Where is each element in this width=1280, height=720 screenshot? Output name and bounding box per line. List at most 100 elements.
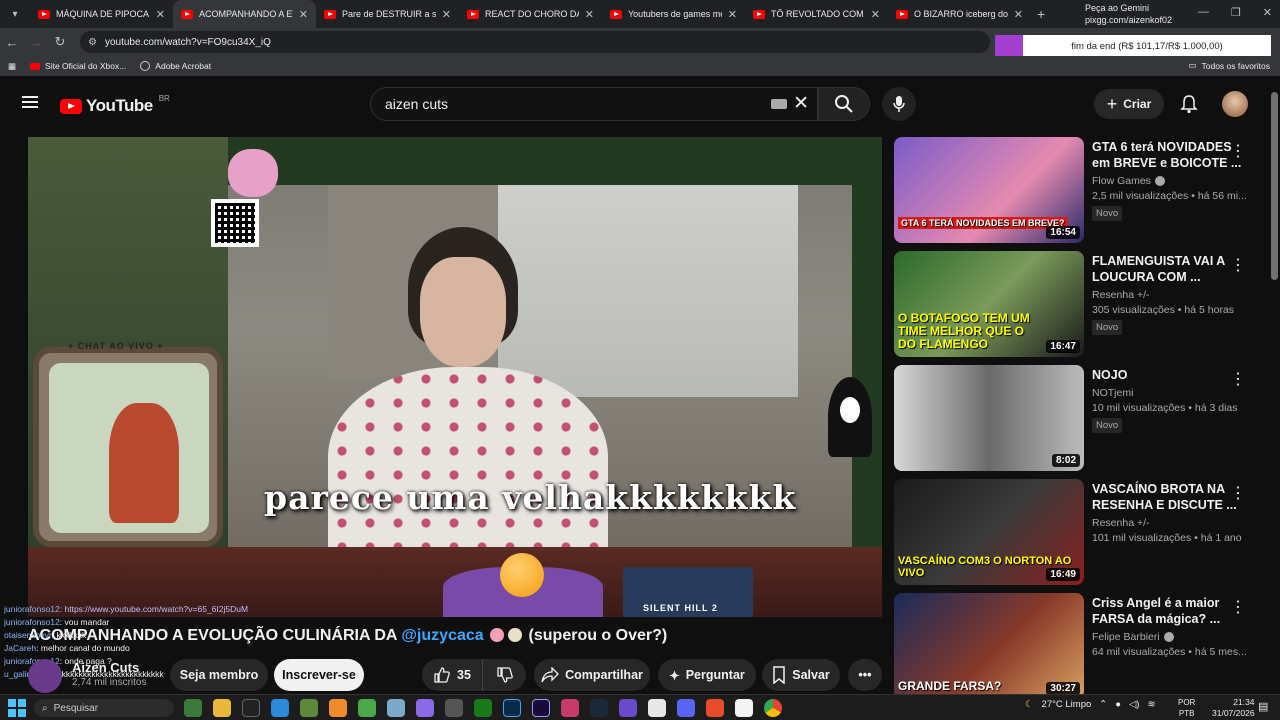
- all-favorites-button[interactable]: ▭ Todos os favoritos: [1188, 60, 1270, 71]
- restore-icon[interactable]: ❐: [1231, 6, 1241, 19]
- weather-text[interactable]: 27°C Limpo: [1042, 699, 1092, 710]
- recommended-video[interactable]: O BOTAFOGO TEM UM TIME MELHOR QUE O DO F…: [894, 251, 1269, 357]
- wifi-icon[interactable]: ≋: [1147, 699, 1155, 710]
- recommended-channel[interactable]: Resenha +/-: [1092, 517, 1242, 529]
- notification-center-icon[interactable]: ▤: [1258, 700, 1268, 713]
- voice-search-button[interactable]: [882, 87, 916, 121]
- recommended-video[interactable]: 8:02 NOJO NOTjemi 10 mil visualizações •…: [894, 365, 1269, 471]
- search-input[interactable]: aizen cuts ✕: [370, 87, 818, 121]
- file-explorer-icon[interactable]: [213, 699, 231, 717]
- menu-icon[interactable]: [22, 96, 38, 108]
- microphone-tray-icon[interactable]: ●: [1115, 699, 1121, 710]
- capcut-icon[interactable]: [242, 699, 260, 717]
- close-tab-icon[interactable]: ✕: [1014, 8, 1023, 21]
- taskbar-clock[interactable]: 21:34 31/07/2026: [1212, 697, 1255, 719]
- join-button[interactable]: Seja membro: [170, 659, 268, 691]
- app-icon[interactable]: [619, 699, 637, 717]
- reload-icon[interactable]: ↻: [48, 34, 72, 50]
- minimize-icon[interactable]: —: [1198, 6, 1209, 19]
- steam-icon[interactable]: [590, 699, 608, 717]
- recommended-channel[interactable]: Felipe Barbieri: [1092, 631, 1242, 643]
- site-info-icon[interactable]: ⚙: [88, 37, 97, 48]
- premiere-icon[interactable]: [532, 699, 550, 717]
- notepad-icon[interactable]: [735, 699, 753, 717]
- app-icon[interactable]: [387, 699, 405, 717]
- gemini-prompt[interactable]: Peça ao Gemini pixgg.com/aizenkof02: [1085, 2, 1172, 26]
- bookmark-xbox[interactable]: Site Oficial do Xbox...: [30, 61, 126, 71]
- recommended-video[interactable]: VASCAÍNO COM3 O NORTON AO VIVO 16:49 VAS…: [894, 479, 1269, 585]
- recommended-video-title[interactable]: VASCAÍNO BROTA NA RESENHA E DISCUTE ...: [1092, 481, 1242, 513]
- browser-tab[interactable]: Pare de DESTRUIR a sua pa✕: [316, 0, 459, 28]
- browser-tab[interactable]: TÔ REVOLTADO COM A SE✕: [745, 0, 888, 28]
- account-avatar[interactable]: [1222, 91, 1248, 117]
- more-vertical-icon[interactable]: ⋮: [1230, 483, 1246, 503]
- app-icon[interactable]: [416, 699, 434, 717]
- subscribe-button[interactable]: Inscrever-se: [274, 659, 364, 691]
- apps-grid-icon[interactable]: ▦: [8, 61, 16, 72]
- more-vertical-icon[interactable]: ⋮: [1230, 597, 1246, 617]
- channel-name[interactable]: Aizen Cuts: [72, 660, 139, 675]
- close-window-icon[interactable]: ✕: [1263, 6, 1272, 19]
- notifications-button[interactable]: [1180, 94, 1198, 119]
- more-vertical-icon[interactable]: ⋮: [1230, 141, 1246, 161]
- recommended-video-title[interactable]: NOJO: [1092, 367, 1242, 383]
- channel-mention-link[interactable]: @juzycaca: [401, 627, 483, 644]
- close-tab-icon[interactable]: ✕: [299, 8, 308, 21]
- browser-tab[interactable]: REACT DO CHORO DA GA✕: [459, 0, 602, 28]
- new-tab-button[interactable]: +: [1037, 6, 1045, 22]
- video-thumbnail[interactable]: GRANDE FARSA? 30:27: [894, 593, 1084, 699]
- close-tab-icon[interactable]: ✕: [871, 8, 880, 21]
- video-thumbnail[interactable]: 8:02: [894, 365, 1084, 471]
- tray-expand-icon[interactable]: ⌃: [1099, 699, 1107, 710]
- app-icon[interactable]: [706, 699, 724, 717]
- close-tab-icon[interactable]: ✕: [728, 8, 737, 21]
- app-icon[interactable]: [445, 699, 463, 717]
- windows-start-icon[interactable]: [8, 698, 26, 717]
- discord-icon[interactable]: [677, 699, 695, 717]
- video-thumbnail[interactable]: O BOTAFOGO TEM UM TIME MELHOR QUE O DO F…: [894, 251, 1084, 357]
- taskbar-search[interactable]: ⌕ Pesquisar: [34, 699, 174, 717]
- recommended-channel[interactable]: Flow Games: [1092, 175, 1242, 187]
- forward-arrow-icon[interactable]: →: [24, 35, 48, 50]
- close-tab-icon[interactable]: ✕: [585, 8, 594, 21]
- more-actions-button[interactable]: •••: [848, 659, 882, 691]
- keyboard-icon[interactable]: [771, 99, 787, 109]
- more-vertical-icon[interactable]: ⋮: [1230, 255, 1246, 275]
- tab-search-icon[interactable]: ▾: [4, 3, 26, 25]
- app-icon[interactable]: [358, 699, 376, 717]
- recommended-channel[interactable]: NOTjemi: [1092, 387, 1242, 399]
- recommended-video[interactable]: GRANDE FARSA? 30:27 Criss Angel é a maio…: [894, 593, 1269, 699]
- address-bar[interactable]: ⚙ youtube.com/watch?v=FO9cu34X_iQ: [80, 31, 990, 53]
- xbox-icon[interactable]: [474, 699, 492, 717]
- like-button[interactable]: 35: [422, 659, 482, 691]
- close-tab-icon[interactable]: ✕: [442, 8, 451, 21]
- back-arrow-icon[interactable]: ←: [0, 35, 24, 50]
- recommended-video[interactable]: GTA 6 TERÁ NOVIDADES EM BREVE? 16:54 GTA…: [894, 137, 1269, 243]
- app-icon[interactable]: [271, 699, 289, 717]
- video-thumbnail[interactable]: VASCAÍNO COM3 O NORTON AO VIVO 16:49: [894, 479, 1084, 585]
- page-scrollbar[interactable]: [1271, 92, 1278, 280]
- app-icon[interactable]: [648, 699, 666, 717]
- save-button[interactable]: Salvar: [762, 659, 840, 691]
- channel-avatar[interactable]: [28, 659, 62, 693]
- recommended-video-title[interactable]: FLAMENGUISTA VAI A LOUCURA COM ...: [1092, 253, 1242, 285]
- minecraft-icon[interactable]: [300, 699, 318, 717]
- ask-button[interactable]: ✦ Perguntar: [658, 659, 756, 691]
- browser-tab-active[interactable]: ACOMPANHANDO A EVOL✕: [173, 0, 316, 28]
- app-icon[interactable]: [561, 699, 579, 717]
- recommended-video-title[interactable]: GTA 6 terá NOVIDADES em BREVE e BOICOTE …: [1092, 139, 1242, 171]
- dislike-button[interactable]: [482, 659, 526, 691]
- share-button[interactable]: Compartilhar: [534, 659, 650, 691]
- clear-search-icon[interactable]: ✕: [793, 92, 809, 115]
- close-tab-icon[interactable]: ✕: [156, 8, 165, 21]
- video-thumbnail[interactable]: GTA 6 TERÁ NOVIDADES EM BREVE? 16:54: [894, 137, 1084, 243]
- video-player[interactable]: + CHAT AO VIVO + SILENT HILL 2 parece um…: [28, 137, 882, 617]
- photoshop-icon[interactable]: [503, 699, 521, 717]
- app-icon[interactable]: [329, 699, 347, 717]
- weather-moon-icon[interactable]: ☾: [1025, 699, 1034, 710]
- browser-tab[interactable]: MÁQUINA DE PIPOCA DO✕: [30, 0, 173, 28]
- taskbar-widget-icon[interactable]: [184, 699, 202, 717]
- input-language[interactable]: POR PTB: [1178, 697, 1195, 719]
- volume-icon[interactable]: ◁): [1129, 699, 1139, 710]
- bookmark-acrobat[interactable]: Adobe Acrobat: [140, 61, 211, 71]
